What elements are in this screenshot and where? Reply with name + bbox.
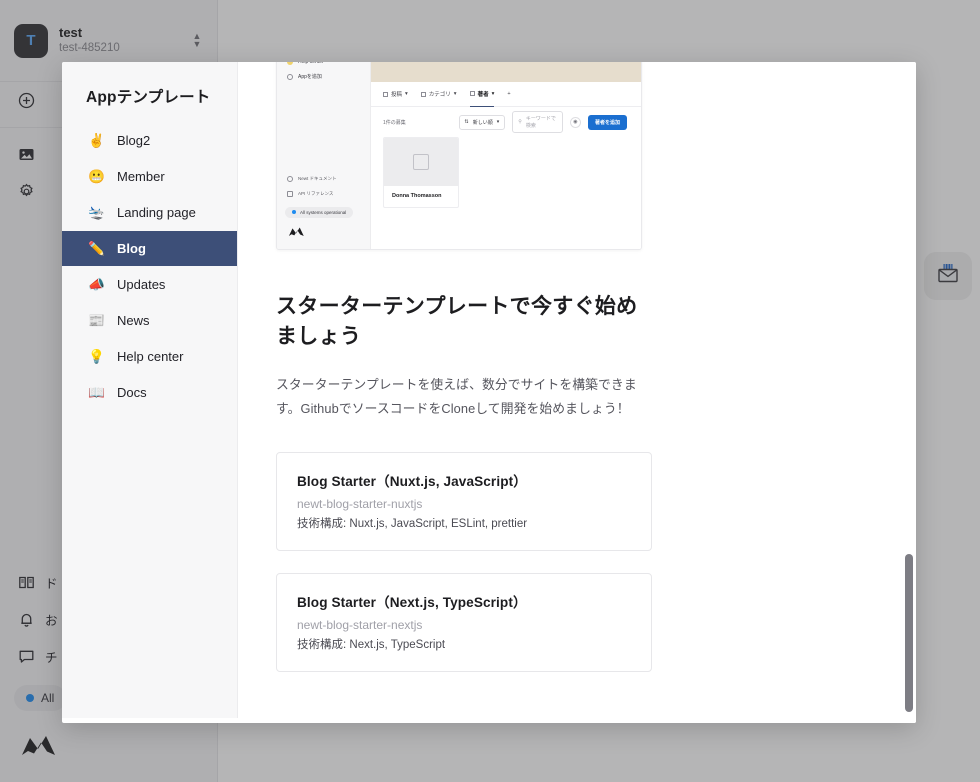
image-placeholder-icon [413,154,429,170]
airplane-arriving-icon: 🛬 [88,204,105,220]
eye-icon: ◉ [573,119,578,125]
template-preview-image: Member News Updates [276,62,642,250]
list-icon [469,91,475,96]
chevron-down-icon: ▾ [491,90,495,97]
starter-card-title: Blog Starter（Next.js, TypeScript） [297,595,527,611]
preview-search-input: ⚲ キーワードで検索 [512,111,563,133]
pencil-icon: ✏️ [88,240,105,256]
preview-add-author-button: 著者を追加 [587,114,627,130]
plus-icon: + [507,91,511,97]
preview-tab-label: カテゴリ [428,92,451,98]
preview-footer-item: API リファレンス [277,186,371,201]
preview-card-grid: Donna Thomasson [371,137,641,208]
preview-preview-button: ◉ [569,116,581,128]
starter-card-stack: 技術構成: Next.js, TypeScript [297,639,446,652]
preview-tab-authors: 著者 ▾ [469,82,495,107]
preview-nav-label: Help center [298,62,324,65]
preview-card-name: Donna Thomasson [392,193,442,199]
preview-tab-add: + [507,82,510,107]
preview-nav-icon [287,62,293,65]
template-item-label: News [117,313,150,328]
chevron-down-icon: ▾ [405,91,408,97]
starter-card[interactable]: Blog Starter（Next.js, TypeScript） newt-b… [276,573,652,673]
open-book-icon: 📖 [88,384,105,400]
template-item-blog2[interactable]: ✌️ Blog2 [62,123,237,158]
preview-sidebar-nav: Member News Updates [277,62,371,84]
template-item-label: Blog [117,241,146,256]
starter-card[interactable]: Blog Starter（Nuxt.js, JavaScript） newt-b… [276,452,652,552]
preview-card-thumbnail [384,138,458,186]
template-item-help-center[interactable]: 💡 Help center [62,339,237,374]
starter-card-stack: 技術構成: Nuxt.js, JavaScript, ESLint, prett… [297,518,528,531]
preview-nav-icon [287,73,293,80]
app-template-modal: Appテンプレート ✌️ Blog2 😬 Member 🛬 Landing pa… [62,62,916,723]
template-item-blog[interactable]: ✏️ Blog [62,231,237,266]
template-item-label: Updates [117,277,166,292]
modal-scrollbar-thumb[interactable] [905,554,913,712]
preview-status-dot-icon [292,210,296,214]
preview-status-badge: All systems operational [285,206,354,218]
template-description: スターターテンプレートを使えば、数分でサイトを構築できます。Githubでソース… [276,376,637,416]
grimacing-face-icon: 😬 [88,168,105,184]
preview-link-icon [287,190,293,197]
template-list-sidebar: Appテンプレート ✌️ Blog2 😬 Member 🛬 Landing pa… [62,62,238,718]
preview-sidebar-footer: Newt ドキュメント API リファレンス All systems opera… [277,171,371,243]
preview-toolbar: 1件の募集 ⇅ 新しい順 ▾ ⚲ キーワードで検索 ◉ 著者を追加 [371,107,641,137]
list-icon [383,91,388,97]
lightbulb-icon: 💡 [88,348,105,364]
starter-card-repo: newt-blog-starter-nuxtjs [297,497,423,512]
preview-tab-label: 著者 [477,91,489,98]
preview-status-label: All systems operational [300,209,347,215]
preview-count-label: 1件の募集 [383,119,406,126]
preview-footer-label: Newt ドキュメント [298,175,337,181]
preview-sort-select: ⇅ 新しい順 ▾ [458,114,506,130]
template-item-label: Blog2 [117,133,151,148]
preview-search-placeholder: キーワードで検索 [525,116,556,129]
list-icon [420,91,426,97]
starter-card-list: Blog Starter（Nuxt.js, JavaScript） newt-b… [238,420,916,673]
preview-author-card: Donna Thomasson [383,137,459,208]
template-item-label: Docs [117,385,147,400]
peace-hand-icon: ✌️ [88,132,105,148]
preview-tab-label: 投稿 [391,92,403,98]
chevron-down-icon: ▾ [453,91,457,97]
preview-body: 投稿 ▾ カテゴリ ▾ 著者 ▾ + 1件の募集 ⇅ 新しい順 ▾ ⚲ キーワー… [371,62,641,249]
preview-tab-posts: 投稿 ▾ [383,82,408,107]
template-item-updates[interactable]: 📣 Updates [62,267,237,302]
template-item-member[interactable]: 😬 Member [62,159,237,194]
template-item-label: Landing page [117,205,196,220]
template-item-landing-page[interactable]: 🛬 Landing page [62,195,237,230]
megaphone-icon: 📣 [88,276,105,292]
template-headline: スターターテンプレートで今すぐ始めましょう [276,295,638,349]
sort-icon: ⇅ [464,119,469,125]
preview-nav-item: Help center [277,62,371,69]
preview-footer-item: Newt ドキュメント [277,171,371,186]
preview-tab-categories: カテゴリ ▾ [420,82,457,107]
search-icon: ⚲ [518,119,522,125]
newspaper-icon: 📰 [88,312,105,328]
template-item-label: Member [117,169,165,184]
preview-footer-label: API リファレンス [298,190,334,196]
chevron-down-icon: ▾ [496,119,500,125]
template-item-news[interactable]: 📰 News [62,303,237,338]
preview-sidebar: Member News Updates [277,62,371,249]
starter-card-title: Blog Starter（Nuxt.js, JavaScript） [297,474,527,490]
starter-card-repo: newt-blog-starter-nextjs [297,618,423,633]
preview-hero-image [371,62,641,82]
preview-doc-icon [287,175,293,182]
template-item-label: Help center [117,349,184,364]
template-item-docs[interactable]: 📖 Docs [62,375,237,410]
template-detail-panel: Member News Updates [238,62,916,723]
preview-tab-bar: 投稿 ▾ カテゴリ ▾ 著者 ▾ + [371,82,641,107]
template-text-block: スターターテンプレートで今すぐ始めましょう スターターテンプレートを使えば、数分… [238,250,916,420]
preview-nav-item: Appを追加 [277,69,371,84]
preview-sort-label: 新しい順 [472,119,493,126]
page-title: Appテンプレート [86,89,211,106]
template-detail-scroll: Member News Updates [238,62,916,673]
preview-newt-logo [288,225,371,243]
template-preview-wrap: Member News Updates [238,62,916,250]
preview-nav-label: Appを追加 [298,74,322,80]
